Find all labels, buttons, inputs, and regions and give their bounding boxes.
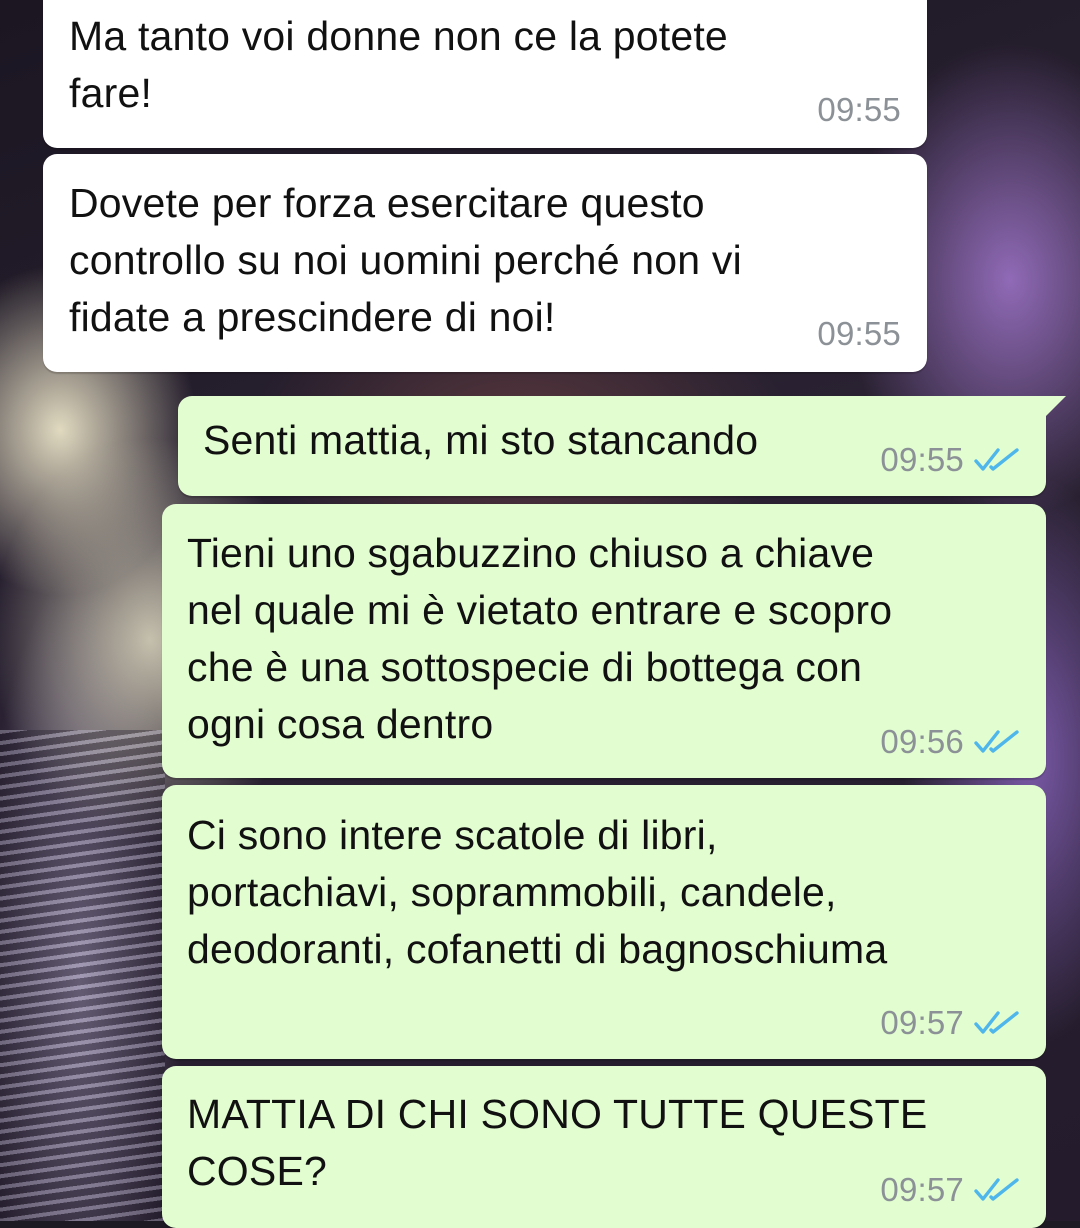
- message-timestamp: 09:57: [880, 1004, 964, 1041]
- outgoing-message[interactable]: Senti mattia, mi sto stancando 09:55: [178, 396, 1066, 496]
- message-text-line: MATTIA DI CHI SONO TUTTE QUESTE: [187, 1091, 928, 1137]
- message-text-line: controllo su noi uomini perché non vi: [69, 237, 742, 283]
- read-double-check-icon: [974, 1011, 1019, 1034]
- message-text-line: ogni cosa dentro: [187, 701, 494, 747]
- message-timestamp: 09:55: [817, 315, 901, 352]
- message-text-line: che è una sottospecie di bottega con: [187, 644, 863, 690]
- message-list[interactable]: Ma tanto voi donne non ce la potete fare…: [0, 0, 1080, 1228]
- outgoing-message[interactable]: Ci sono intere scatole di libri, portach…: [162, 785, 1046, 1059]
- message-text-line: Ci sono intere scatole di libri,: [187, 812, 718, 858]
- incoming-message[interactable]: Dovete per forza esercitare questo contr…: [43, 154, 927, 372]
- incoming-message[interactable]: Ma tanto voi donne non ce la potete fare…: [43, 0, 927, 148]
- message-timestamp: 09:55: [817, 91, 901, 128]
- message-text-line: Tieni uno sgabuzzino chiuso a chiave: [187, 530, 875, 576]
- read-double-check-icon: [974, 448, 1019, 471]
- message-text-line: nel quale mi è vietato entrare e scopro: [187, 587, 893, 633]
- message-text-line: portachiavi, soprammobili, candele,: [187, 869, 837, 915]
- message-text-line: fare!: [69, 70, 153, 116]
- message-text-line: Dovete per forza esercitare questo: [69, 180, 705, 226]
- outgoing-message[interactable]: MATTIA DI CHI SONO TUTTE QUESTE COSE? 09…: [162, 1066, 1046, 1228]
- message-timestamp: 09:55: [880, 441, 964, 478]
- message-text-line: fidate a prescindere di noi!: [69, 294, 556, 340]
- message-text-line: Senti mattia, mi sto stancando: [203, 417, 759, 463]
- bubble-tail: [1044, 396, 1066, 418]
- outgoing-message[interactable]: Tieni uno sgabuzzino chiuso a chiave nel…: [162, 504, 1046, 778]
- message-text-line: COSE?: [187, 1148, 327, 1194]
- read-double-check-icon: [974, 730, 1019, 753]
- message-text-line: Ma tanto voi donne non ce la potete: [69, 13, 728, 59]
- message-text-line: deodoranti, cofanetti di bagnoschiuma: [187, 926, 888, 972]
- read-double-check-icon: [974, 1178, 1019, 1201]
- message-timestamp: 09:56: [880, 723, 964, 760]
- message-timestamp: 09:57: [880, 1171, 964, 1208]
